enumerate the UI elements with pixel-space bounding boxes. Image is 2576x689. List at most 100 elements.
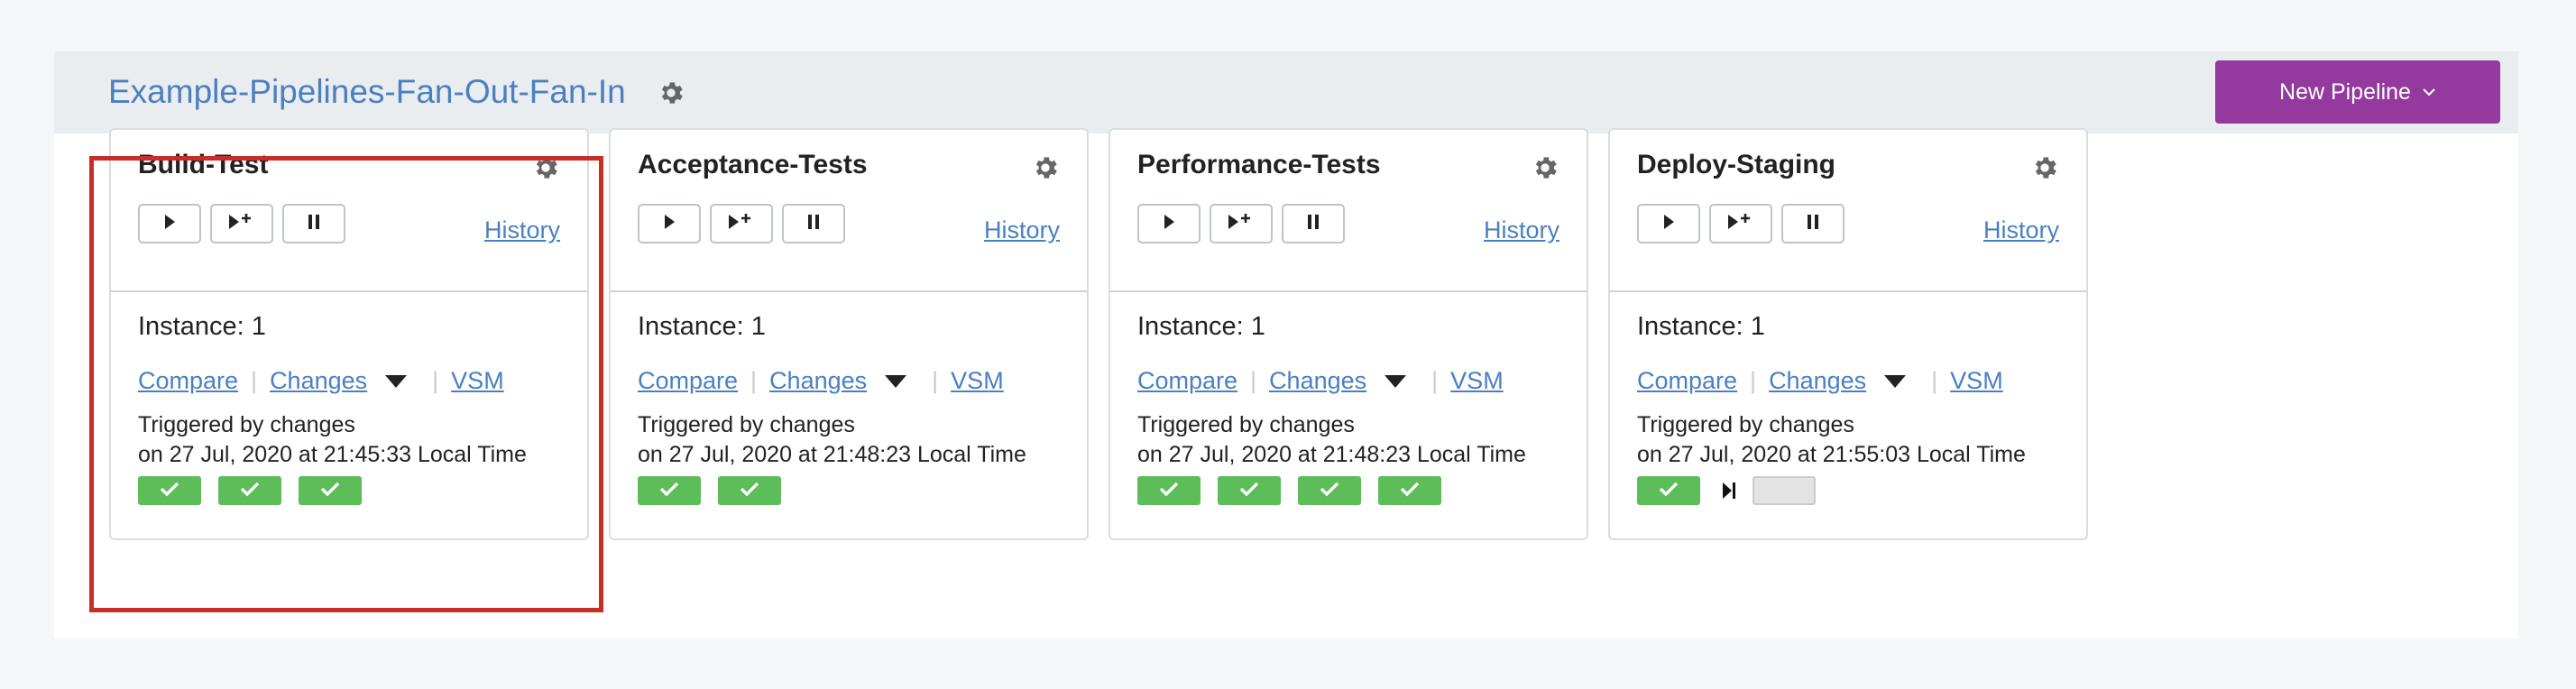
check-icon [240, 481, 260, 501]
link-separator: | [432, 367, 439, 394]
pause-icon [307, 213, 321, 235]
gear-icon[interactable] [1531, 153, 1559, 182]
skip-forward-icon[interactable] [1717, 476, 1741, 505]
check-icon [1400, 481, 1420, 501]
chevron-down-icon [2422, 86, 2436, 102]
vsm-link[interactable]: VSM [451, 367, 504, 395]
history-link[interactable]: History [984, 216, 1060, 244]
pipeline-controls [638, 204, 845, 243]
stage-passed[interactable] [299, 476, 362, 505]
pipeline-controls [1637, 204, 1845, 243]
triggered-by-text: Triggered by changes [1637, 412, 1854, 437]
stage-bar [138, 476, 362, 505]
pipeline-name[interactable]: Deploy-Staging [1637, 148, 1835, 182]
play-plus-icon [1725, 211, 1756, 237]
stage-passed[interactable] [638, 476, 701, 505]
compare-link[interactable]: Compare [1137, 367, 1237, 395]
triggered-by-text: Triggered by changes [138, 412, 355, 437]
link-separator: | [251, 367, 258, 394]
caret-down-icon[interactable] [385, 374, 408, 388]
trigger-info: Triggered by changes on 27 Jul, 2020 at … [138, 410, 527, 470]
gear-icon[interactable] [531, 153, 560, 182]
triggered-on-text: on 27 Jul, 2020 at 21:45:33 Local Time [138, 442, 527, 467]
vsm-link[interactable]: VSM [951, 367, 1004, 395]
pipeline-card-header: Performance-Tests History [1110, 130, 1587, 292]
history-link[interactable]: History [1484, 216, 1559, 244]
pipeline-name[interactable]: Build-Test [138, 148, 268, 182]
history-link[interactable]: History [1983, 216, 2059, 244]
stage-passed[interactable] [218, 476, 281, 505]
check-icon [320, 481, 340, 501]
pipeline-card-deploy-staging: Deploy-Staging History Instance: 1 Compa… [1608, 128, 2088, 540]
changes-link[interactable]: Changes [1269, 367, 1366, 395]
trigger-button[interactable] [638, 204, 701, 243]
play-plus-icon [726, 211, 757, 237]
stage-passed[interactable] [1137, 476, 1201, 505]
stage-passed[interactable] [1298, 476, 1361, 505]
trigger-button[interactable] [1137, 204, 1201, 243]
play-plus-icon [226, 211, 257, 237]
history-link[interactable]: History [484, 216, 560, 244]
stage-passed[interactable] [1218, 476, 1281, 505]
stage-passed[interactable] [718, 476, 781, 505]
caret-down-icon[interactable] [1884, 374, 1907, 388]
triggered-by-text: Triggered by changes [638, 412, 855, 437]
pipeline-name[interactable]: Acceptance-Tests [638, 148, 868, 182]
check-icon [1239, 481, 1259, 501]
pipeline-name[interactable]: Performance-Tests [1137, 148, 1381, 182]
gear-icon[interactable] [2030, 153, 2059, 182]
pipeline-card-header: Build-Test History [111, 130, 587, 292]
link-separator: | [932, 367, 939, 394]
vsm-link[interactable]: VSM [1950, 367, 2003, 395]
vsm-link[interactable]: VSM [1450, 367, 1504, 395]
pause-button[interactable] [282, 204, 345, 243]
caret-down-icon[interactable] [885, 374, 907, 388]
check-icon [1659, 481, 1679, 501]
instance-label: Instance: 1 [138, 312, 266, 341]
trigger-button[interactable] [1637, 204, 1700, 243]
pipeline-group-title[interactable]: Example-Pipelines-Fan-Out-Fan-In [108, 71, 626, 113]
stage-passed[interactable] [138, 476, 201, 505]
compare-link[interactable]: Compare [138, 367, 238, 395]
pause-button[interactable] [1282, 204, 1345, 243]
play-icon [162, 213, 177, 235]
pause-button[interactable] [782, 204, 845, 243]
instance-links: Compare | Changes | VSM [1137, 367, 1504, 395]
changes-link[interactable]: Changes [1769, 367, 1866, 395]
changes-link[interactable]: Changes [769, 367, 867, 395]
caret-down-icon[interactable] [1385, 374, 1407, 388]
trigger-button[interactable] [138, 204, 201, 243]
link-separator: | [1750, 367, 1757, 394]
pause-button[interactable] [1781, 204, 1845, 243]
play-icon [662, 213, 676, 235]
check-icon [160, 481, 179, 501]
check-icon [1320, 481, 1339, 501]
link-separator: | [1250, 367, 1257, 394]
instance-links: Compare | Changes | VSM [1637, 367, 2003, 395]
trigger-with-options-button[interactable] [710, 204, 773, 243]
pipeline-controls [138, 204, 345, 243]
changes-link[interactable]: Changes [270, 367, 367, 395]
trigger-info: Triggered by changes on 27 Jul, 2020 at … [638, 410, 1026, 470]
trigger-info: Triggered by changes on 27 Jul, 2020 at … [1137, 410, 1526, 470]
pipeline-controls [1137, 204, 1345, 243]
pipeline-card-performance-tests: Performance-Tests History Instance: 1 Co… [1109, 128, 1588, 540]
stage-passed[interactable] [1378, 476, 1441, 505]
pause-icon [1306, 213, 1320, 235]
gear-icon[interactable] [657, 78, 685, 107]
pause-icon [1806, 213, 1820, 235]
trigger-with-options-button[interactable] [1210, 204, 1273, 243]
compare-link[interactable]: Compare [1637, 367, 1737, 395]
new-pipeline-button[interactable]: New Pipeline [2215, 60, 2500, 124]
check-icon [659, 481, 679, 501]
trigger-with-options-button[interactable] [210, 204, 273, 243]
stage-passed[interactable] [1637, 476, 1700, 505]
new-pipeline-label: New Pipeline [2279, 78, 2411, 105]
gear-icon[interactable] [1031, 153, 1060, 182]
trigger-with-options-button[interactable] [1709, 204, 1772, 243]
pipeline-card-acceptance-tests: Acceptance-Tests History Instance: 1 Com… [609, 128, 1089, 540]
compare-link[interactable]: Compare [638, 367, 738, 395]
instance-label: Instance: 1 [1137, 312, 1265, 341]
stage-pending[interactable] [1753, 476, 1816, 505]
pipeline-card-header: Deploy-Staging History [1610, 130, 2086, 292]
